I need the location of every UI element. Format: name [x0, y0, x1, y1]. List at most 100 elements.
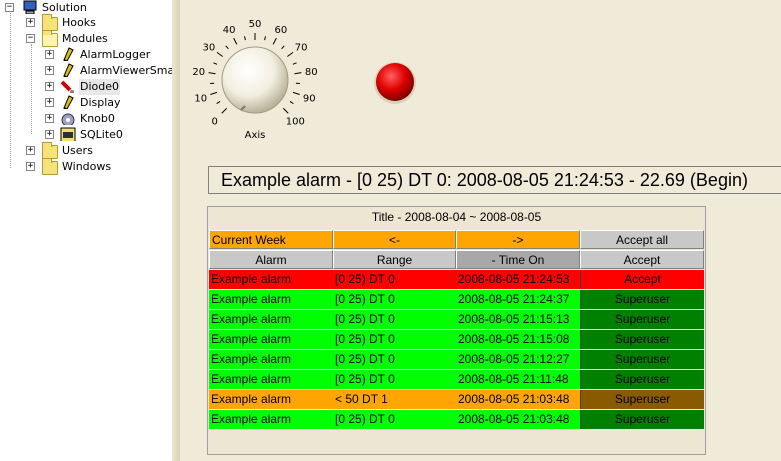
expand-icon[interactable]: + — [45, 130, 54, 139]
accept-all-button[interactable]: Accept all — [580, 230, 704, 249]
expand-icon[interactable]: + — [45, 50, 54, 59]
tree-item-modules[interactable]: Modules — [62, 31, 108, 47]
knob-tick — [213, 62, 218, 65]
knob-control[interactable]: 0 10 20 30 40 50 60 70 80 90 100 Axis — [185, 10, 325, 145]
knob-tick-label: 0 — [212, 116, 218, 127]
row-range-cell: [0 25) DT 0 — [333, 370, 456, 389]
next-button[interactable]: -> — [456, 230, 580, 249]
knob-tick — [292, 62, 297, 65]
period-selector[interactable]: Current Week — [209, 230, 333, 249]
folder-icon — [42, 158, 58, 175]
knob-tick — [264, 36, 266, 41]
tree-item-windows[interactable]: Windows — [62, 159, 111, 175]
knob-tick — [292, 91, 300, 95]
row-range-cell: [0 25) DT 0 — [333, 290, 456, 309]
alarm-display: Example alarm - [0 25) DT 0: 2008-08-05 … — [208, 166, 781, 194]
computer-icon — [23, 0, 37, 14]
expand-icon[interactable]: + — [45, 82, 54, 91]
row-alarm-cell: Example alarm — [209, 370, 333, 389]
collapse-icon[interactable]: − — [5, 3, 14, 12]
row-alarm-cell: Example alarm — [209, 290, 333, 309]
knob-tick — [233, 37, 238, 45]
knob-tick — [294, 72, 302, 75]
accepted-by-badge: Superuser — [580, 290, 704, 309]
expand-icon[interactable]: + — [26, 18, 35, 27]
knob-tick — [208, 72, 216, 75]
tree-item-alarmviewersmall[interactable]: AlarmViewerSmall — [80, 63, 180, 79]
column-header-time-on[interactable]: - Time On — [456, 250, 580, 269]
tree-item-display[interactable]: Display — [80, 95, 121, 111]
knob-tick-label: 70 — [295, 42, 308, 53]
row-time-cell: 2008-08-05 21:11:48 — [456, 370, 580, 389]
row-range-cell: [0 25) DT 0 — [333, 350, 456, 369]
row-alarm-cell: Example alarm — [209, 410, 333, 429]
row-time-cell: 2008-08-05 21:15:08 — [456, 330, 580, 349]
column-header-accept[interactable]: Accept — [580, 250, 704, 269]
row-range-cell: [0 25) DT 0 — [333, 310, 456, 329]
diode-icon — [60, 80, 74, 93]
expand-icon[interactable]: + — [45, 98, 54, 107]
expand-icon[interactable]: + — [26, 146, 35, 155]
knob-tick-label: 20 — [192, 67, 205, 78]
knob-tick-label: 50 — [249, 19, 262, 30]
knob-tick — [221, 107, 228, 114]
display-icon — [63, 95, 74, 109]
row-time-cell: 2008-08-05 21:12:27 — [456, 350, 580, 369]
row-range-cell: [0 25) DT 0 — [333, 270, 456, 289]
knob-tick-label: 40 — [223, 25, 236, 36]
row-alarm-cell: Example alarm — [209, 390, 333, 409]
knob-tick-label: 100 — [286, 116, 305, 127]
knob-icon — [61, 113, 75, 125]
knob-tick — [210, 91, 218, 95]
knob-tick — [272, 37, 277, 45]
row-time-cell: 2008-08-05 21:24:37 — [456, 290, 580, 309]
knob-tick — [287, 51, 294, 57]
tree-item-diode0[interactable]: Diode0 — [79, 79, 121, 95]
tree-item-hooks[interactable]: Hooks — [62, 15, 96, 31]
column-header-alarm[interactable]: Alarm — [209, 250, 333, 269]
expand-icon[interactable]: + — [26, 162, 35, 171]
accepted-by-badge: Superuser — [580, 370, 704, 389]
expand-icon[interactable]: + — [45, 114, 54, 123]
expand-icon[interactable]: + — [45, 66, 54, 75]
diode-indicator — [374, 62, 416, 104]
open-folder-icon — [42, 30, 58, 47]
knob-tick — [225, 45, 229, 50]
prev-button[interactable]: <- — [333, 230, 456, 249]
folder-icon — [42, 142, 58, 159]
accepted-by-badge: Superuser — [580, 390, 704, 409]
splitter[interactable] — [172, 0, 180, 461]
row-range-cell: [0 25) DT 0 — [333, 330, 456, 349]
row-time-cell: 2008-08-05 21:15:13 — [456, 310, 580, 329]
knob-dial[interactable] — [221, 46, 289, 114]
row-time-cell: 2008-08-05 21:03:48 — [456, 390, 580, 409]
tree-item-knob0[interactable]: Knob0 — [80, 111, 115, 127]
knob-tick-label: 80 — [305, 67, 318, 78]
knob-tick-label: 10 — [194, 94, 207, 105]
solution-tree: − Solution + Hooks − Modules + AlarmLogg… — [0, 0, 180, 461]
knob-axis-label: Axis — [245, 130, 266, 141]
knob-tick — [216, 51, 223, 57]
row-range-cell: < 50 DT 1 — [333, 390, 456, 409]
knob-tick — [289, 100, 294, 104]
knob-tick — [216, 100, 221, 104]
row-range-cell: [0 25) DT 0 — [333, 410, 456, 429]
tree-item-users[interactable]: Users — [62, 143, 93, 159]
collapse-icon[interactable]: − — [26, 34, 35, 43]
tree-item-alarmlogger[interactable]: AlarmLogger — [80, 47, 150, 63]
accept-button[interactable]: Accept — [580, 270, 704, 289]
alarm-logger-icon — [63, 47, 74, 61]
knob-tick-label: 90 — [303, 94, 316, 105]
tree-item-sqlite0[interactable]: SQLite0 — [80, 127, 123, 143]
row-alarm-cell: Example alarm — [209, 330, 333, 349]
column-header-range[interactable]: Range — [333, 250, 456, 269]
row-time-cell: 2008-08-05 21:03:48 — [456, 410, 580, 429]
accepted-by-badge: Superuser — [580, 310, 704, 329]
sqlite-icon — [60, 127, 76, 141]
folder-icon — [42, 14, 58, 31]
row-alarm-cell: Example alarm — [209, 270, 333, 289]
knob-tick-label: 30 — [203, 42, 216, 53]
knob-tick — [282, 107, 289, 114]
accepted-by-badge: Superuser — [580, 350, 704, 369]
alarm-viewer-icon — [63, 63, 74, 77]
